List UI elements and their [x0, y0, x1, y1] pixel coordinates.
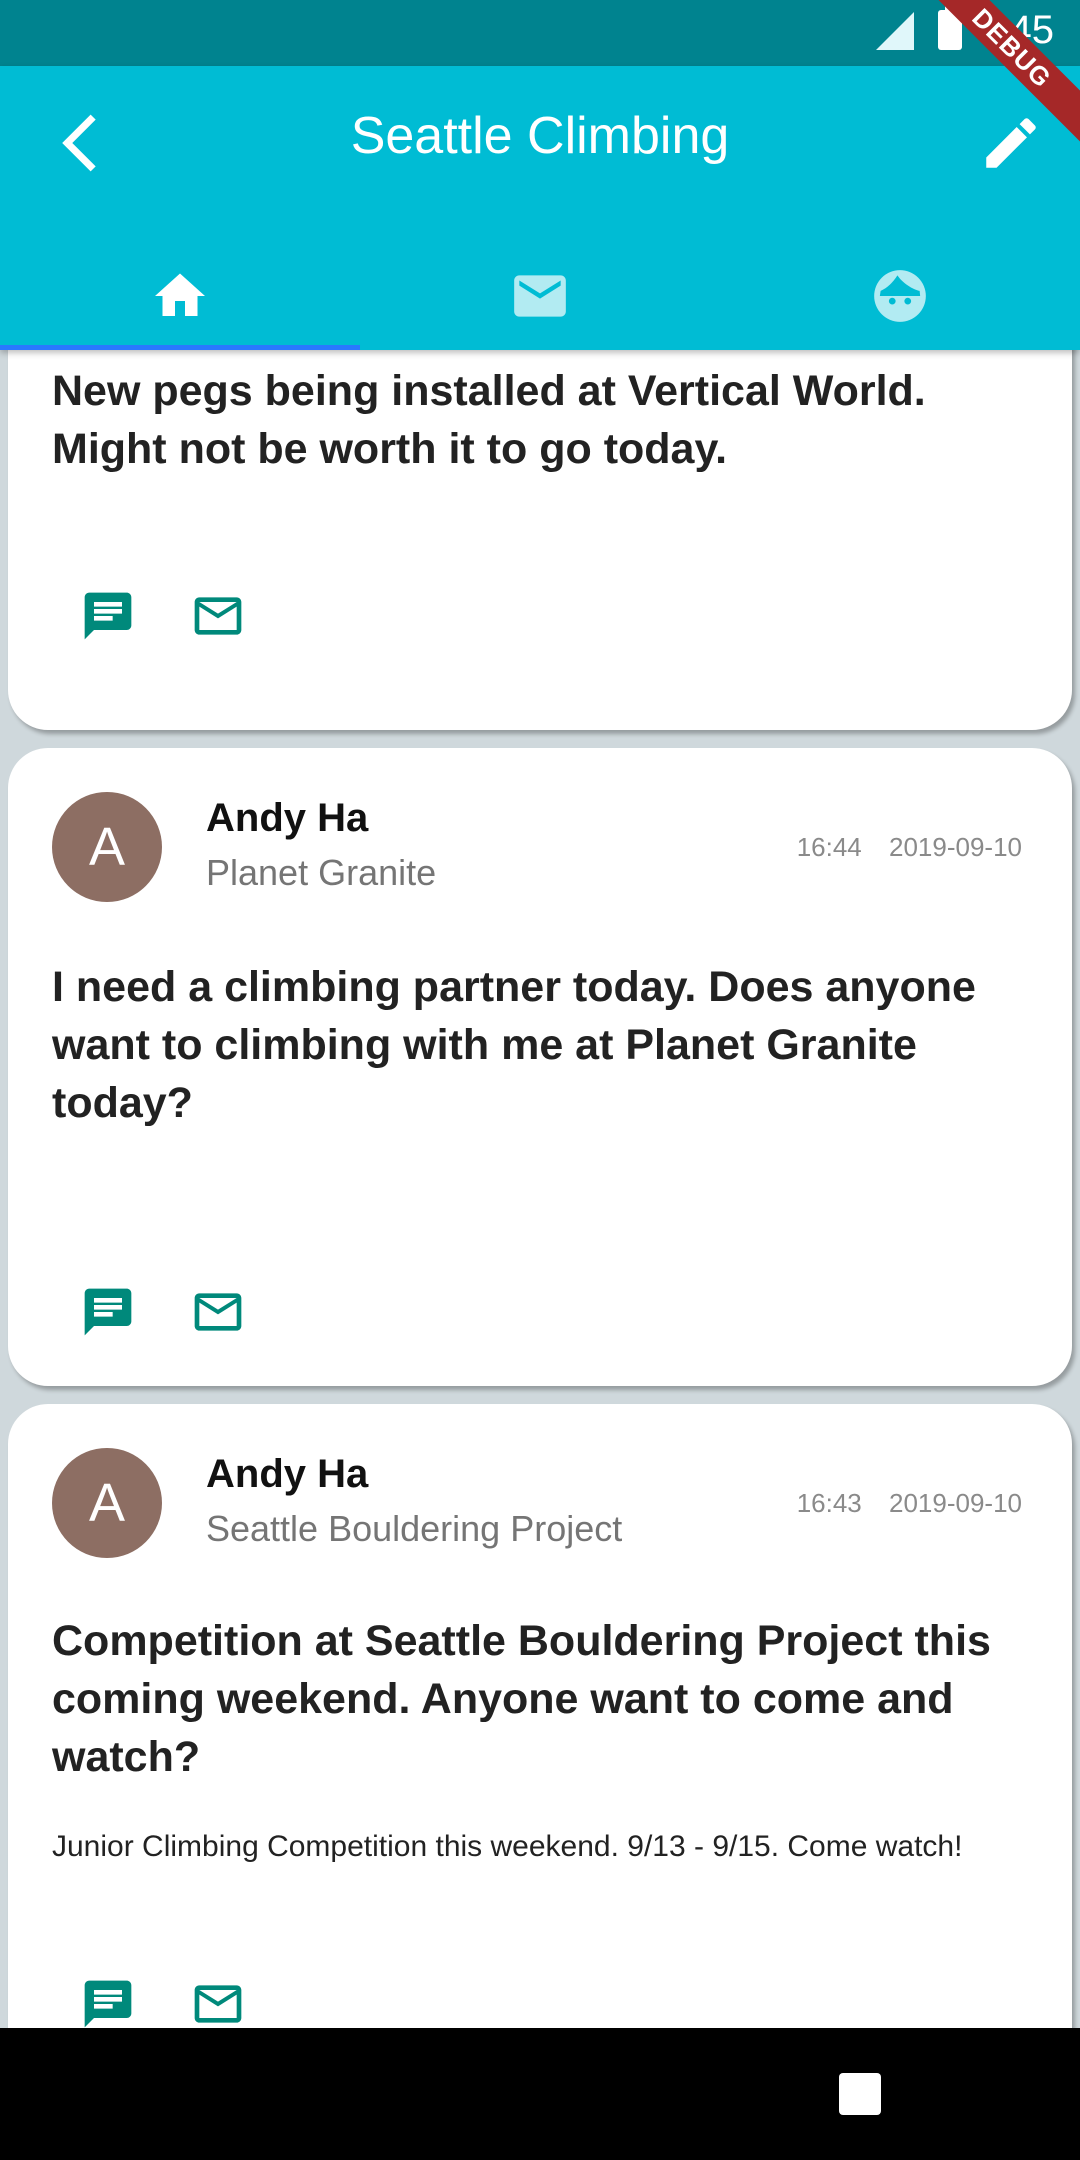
mail-outline-icon	[194, 1985, 242, 2023]
mail-icon	[514, 275, 566, 317]
comment-button[interactable]	[80, 1284, 136, 1340]
author-name: Andy Ha	[206, 796, 369, 840]
tab-profile[interactable]	[720, 242, 1080, 350]
app-bar: Seattle Climbing	[0, 66, 1080, 350]
tab-home[interactable]	[0, 242, 360, 350]
post-card[interactable]: A Andy Ha Seattle Bouldering Project 16:…	[8, 1404, 1072, 2028]
post-title: I need a climbing partner today. Does an…	[52, 963, 976, 1127]
comment-button[interactable]	[80, 588, 136, 644]
tab-bar	[0, 242, 1080, 350]
post-location: Seattle Bouldering Project	[206, 1508, 623, 1549]
message-button[interactable]	[190, 1284, 246, 1340]
post-date: 2019-09-10	[889, 1488, 1022, 1518]
message-button[interactable]	[190, 588, 246, 644]
avatar[interactable]: A	[52, 792, 162, 902]
mail-outline-icon	[194, 597, 242, 635]
post-time: 16:44	[796, 832, 862, 862]
post-date: 2019-09-10	[889, 832, 1022, 862]
system-nav-bar	[0, 2028, 1080, 2160]
post-meta: 16:44 2019-09-10	[797, 832, 1022, 863]
post-title: Competition at Seattle Bouldering Projec…	[52, 1617, 991, 1781]
edit-button[interactable]	[978, 110, 1044, 176]
avatar[interactable]: A	[52, 1448, 162, 1558]
post-card[interactable]: New pegs being installed at Vertical Wor…	[8, 350, 1072, 730]
home-icon	[155, 273, 205, 316]
post-meta: 16:43 2019-09-10	[797, 1488, 1022, 1519]
post-feed[interactable]: New pegs being installed at Vertical Wor…	[0, 350, 1080, 2028]
recents-button[interactable]	[839, 2073, 881, 2115]
post-card[interactable]: A Andy Ha Planet Granite 16:44 2019-09-1…	[8, 748, 1072, 1386]
post-time: 16:43	[796, 1488, 862, 1518]
post-title: New pegs being installed at Vertical Wor…	[52, 367, 926, 473]
comment-icon	[84, 592, 132, 640]
face-icon	[874, 270, 926, 322]
cell-signal-icon	[876, 12, 914, 50]
status-bar: 4:45	[0, 0, 1080, 66]
comment-button[interactable]	[80, 1976, 136, 2028]
tab-messages[interactable]	[360, 242, 720, 350]
post-location: Planet Granite	[206, 852, 437, 893]
message-button[interactable]	[190, 1976, 246, 2028]
post-body: Junior Climbing Competition this weekend…	[52, 1830, 963, 1863]
comment-icon	[84, 1980, 132, 2028]
pencil-icon	[986, 118, 1036, 168]
tab-indicator	[0, 345, 360, 350]
mail-outline-icon	[194, 1293, 242, 1331]
author-name: Andy Ha	[206, 1452, 369, 1496]
page-title: Seattle Climbing	[350, 107, 730, 165]
comment-icon	[84, 1288, 132, 1336]
